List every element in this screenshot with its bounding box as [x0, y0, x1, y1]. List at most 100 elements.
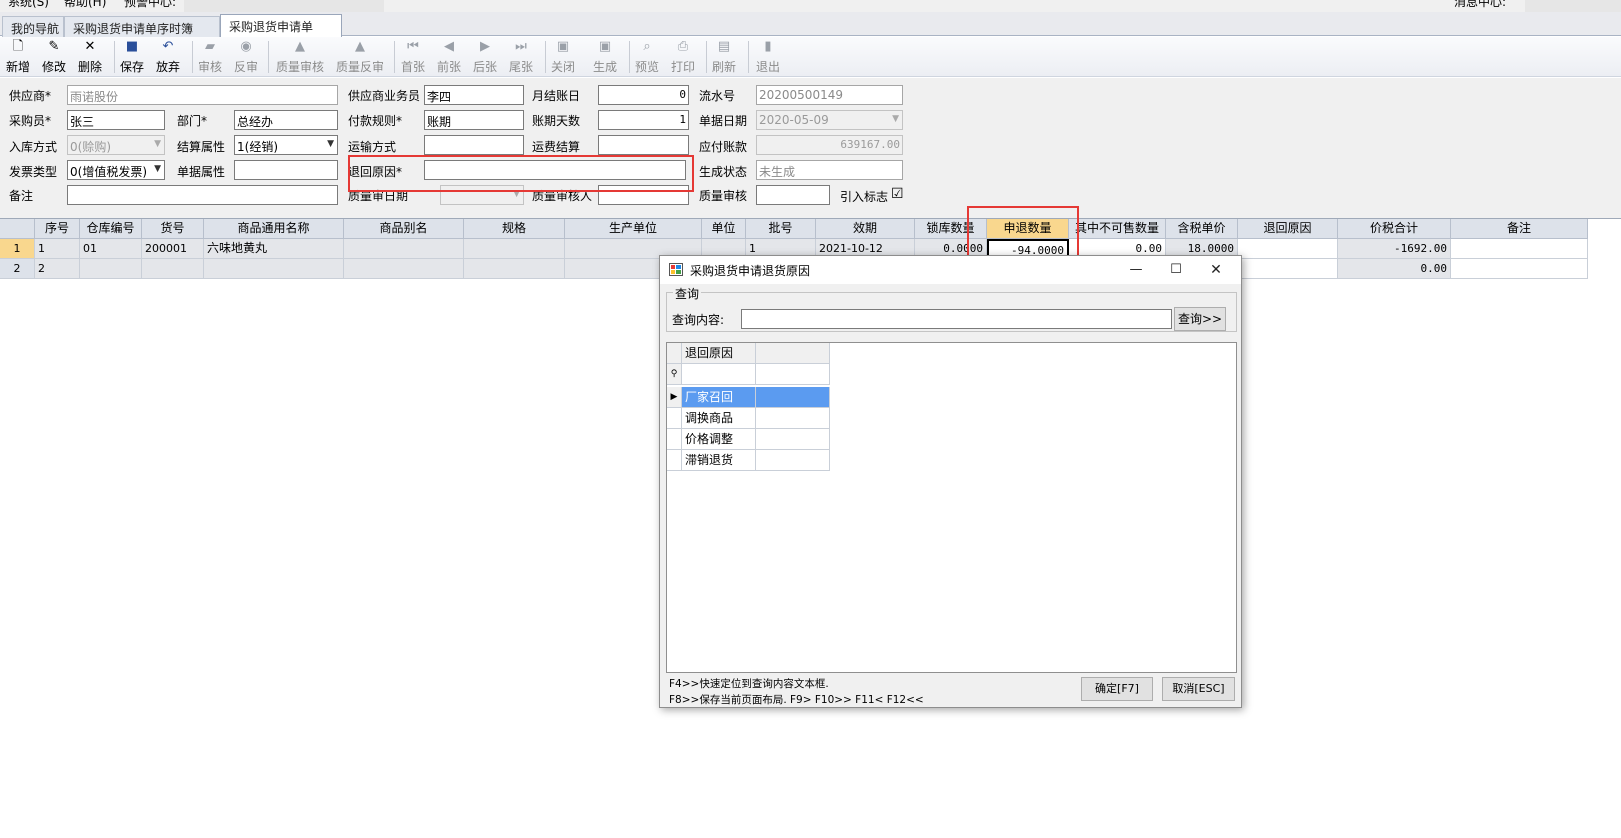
reason-highlight-box: [348, 155, 694, 192]
first-record-button[interactable]: ⏮ 首张: [401, 39, 425, 75]
freight-field[interactable]: [598, 135, 689, 155]
last-record-button[interactable]: ⏭ 尾张: [509, 39, 533, 75]
cell-warehouse[interactable]: 01: [80, 239, 142, 259]
query-input[interactable]: [741, 309, 1172, 329]
tab-return-request[interactable]: 采购退货申请单: [220, 14, 342, 37]
cell-total[interactable]: -1692.00: [1338, 239, 1451, 259]
col-header-code[interactable]: 货号: [142, 219, 204, 239]
unaudit-button[interactable]: ◉ 反审: [234, 39, 258, 75]
list-header-reason[interactable]: 退回原因: [682, 343, 756, 364]
delete-button[interactable]: ✕ 删除: [78, 39, 102, 75]
menu-message-center[interactable]: 消息中心:: [1454, 0, 1506, 10]
next-record-button[interactable]: ▶ 后张: [473, 39, 497, 75]
minimize-button[interactable]: —: [1122, 260, 1150, 280]
refresh-button[interactable]: ▤ 刷新: [712, 39, 736, 75]
cell-note[interactable]: [1451, 259, 1588, 279]
new-button[interactable]: 🗋 新增: [6, 39, 30, 75]
filter-cell[interactable]: [682, 364, 756, 385]
cell-generic-name[interactable]: [204, 259, 344, 279]
edit-button[interactable]: ✎ 修改: [42, 39, 66, 75]
list-item-extra[interactable]: [756, 429, 830, 450]
quality-unaudit-button[interactable]: ▲ 质量反审: [336, 39, 384, 75]
ok-button[interactable]: 确定[F7]: [1081, 677, 1153, 701]
buyer-field[interactable]: 张三: [67, 110, 165, 130]
print-button[interactable]: ⎙ 打印: [671, 39, 695, 75]
supplier-staff-field[interactable]: 李四: [424, 85, 524, 105]
query-button[interactable]: 查询>>: [1174, 307, 1226, 331]
maximize-button[interactable]: ☐: [1162, 260, 1190, 280]
pay-rule-field[interactable]: 账期: [424, 110, 524, 130]
col-header-batch[interactable]: 批号: [746, 219, 816, 239]
list-item-extra[interactable]: [756, 408, 830, 429]
col-header-alias[interactable]: 商品别名: [344, 219, 464, 239]
cell-total[interactable]: 0.00: [1338, 259, 1451, 279]
filter-cell[interactable]: [756, 364, 830, 385]
quality-audit-button[interactable]: ▲ 质量审核: [276, 39, 324, 75]
col-header-maker[interactable]: 生产单位: [565, 219, 702, 239]
qa-field[interactable]: [756, 185, 830, 205]
credit-days-field[interactable]: 1: [598, 110, 689, 130]
col-header-warehouse[interactable]: 仓库编号: [80, 219, 142, 239]
cell-alias[interactable]: [344, 259, 464, 279]
list-item[interactable]: 价格调整: [682, 429, 756, 450]
exit-button[interactable]: ▮ 退出: [756, 39, 780, 75]
tab-return-request-list[interactable]: 采购退货申请单序时簿: [64, 16, 220, 37]
menu-system[interactable]: 系统(S): [8, 0, 49, 10]
col-header-expiry[interactable]: 效期: [816, 219, 915, 239]
cell-warehouse[interactable]: [80, 259, 142, 279]
list-item-extra[interactable]: [756, 387, 830, 408]
cell-note[interactable]: [1451, 239, 1588, 259]
transport-field[interactable]: [424, 135, 524, 155]
doc-attr-field[interactable]: [234, 160, 338, 180]
doc-date-select[interactable]: 2020-05-09 ▼: [756, 110, 903, 130]
menu-help[interactable]: 帮助(H): [64, 0, 106, 10]
cell-spec[interactable]: [464, 239, 565, 259]
list-item-extra[interactable]: [756, 450, 830, 471]
col-header-unit[interactable]: 单位: [702, 219, 746, 239]
list-item[interactable]: 调换商品: [682, 408, 756, 429]
save-button[interactable]: ■ 保存: [120, 39, 144, 75]
instock-select[interactable]: 0(赊购) ▼: [67, 135, 165, 155]
remark-field[interactable]: [67, 185, 338, 205]
cell-generic-name[interactable]: 六味地黄丸: [204, 239, 344, 259]
cell-seq[interactable]: 2: [35, 259, 80, 279]
cell-seq[interactable]: 1: [35, 239, 80, 259]
supplier-field[interactable]: 雨诺股份: [67, 85, 338, 105]
tab-my-navigation[interactable]: 我的导航: [2, 16, 64, 37]
prev-record-button[interactable]: ◀ 前张: [437, 39, 461, 75]
cell-spec[interactable]: [464, 259, 565, 279]
audit-button[interactable]: ▰ 审核: [198, 39, 222, 75]
cell-reason[interactable]: [1238, 239, 1338, 259]
col-header-unsaleable[interactable]: 其中不可售数量: [1069, 219, 1166, 239]
dept-field[interactable]: 总经办: [234, 110, 338, 130]
payable-field[interactable]: 639167.00: [756, 135, 903, 155]
menu-warning-center[interactable]: 预警中心:: [124, 0, 176, 10]
col-header-spec[interactable]: 规格: [464, 219, 565, 239]
col-header-seq[interactable]: 序号: [35, 219, 80, 239]
import-flag-checkbox[interactable]: ☑: [891, 186, 904, 202]
close-button[interactable]: ✕: [1202, 260, 1230, 280]
preview-button[interactable]: ⌕ 预览: [635, 39, 659, 75]
invoice-type-select[interactable]: 0(增值税发票) ▼: [67, 160, 165, 180]
settle-attr-select[interactable]: 1(经销) ▼: [234, 135, 338, 155]
col-header-reason[interactable]: 退回原因: [1238, 219, 1338, 239]
generate-button[interactable]: ▣ 生成: [593, 39, 617, 75]
discard-button[interactable]: ↶ 放弃: [156, 39, 180, 75]
dialog-titlebar[interactable]: 采购退货申请退货原因 — ☐ ✕: [660, 256, 1241, 284]
list-item[interactable]: 滞销退货: [682, 450, 756, 471]
cancel-button[interactable]: 取消[ESC]: [1162, 677, 1235, 701]
row-number[interactable]: 1: [0, 239, 35, 259]
close-doc-button[interactable]: ▣ 关闭: [551, 39, 575, 75]
col-header-note[interactable]: 备注: [1451, 219, 1588, 239]
cell-code[interactable]: 200001: [142, 239, 204, 259]
cell-code[interactable]: [142, 259, 204, 279]
serial-field[interactable]: 20200500149: [756, 85, 903, 105]
cell-alias[interactable]: [344, 239, 464, 259]
col-header-price[interactable]: 含税单价: [1166, 219, 1238, 239]
list-item[interactable]: 厂家召回: [682, 387, 756, 408]
cell-reason[interactable]: [1238, 259, 1338, 279]
row-number[interactable]: 2: [0, 259, 35, 279]
col-header-total[interactable]: 价税合计: [1338, 219, 1451, 239]
month-settle-day-field[interactable]: 0: [598, 85, 689, 105]
col-header-generic-name[interactable]: 商品通用名称: [204, 219, 344, 239]
